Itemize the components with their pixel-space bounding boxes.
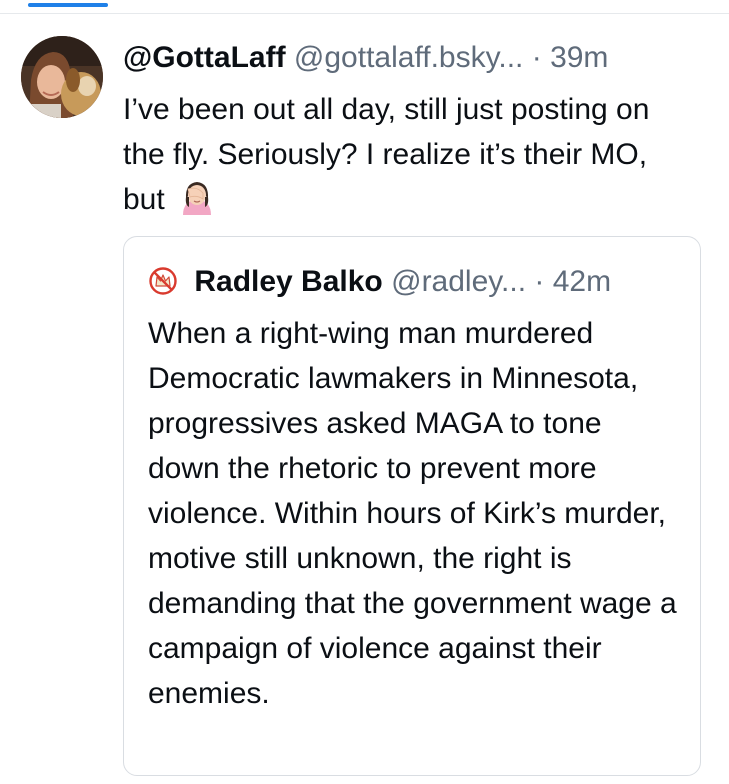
quoted-post-text: When a right-wing man murdered Democrati… — [148, 317, 677, 710]
profile-photo-icon — [21, 36, 103, 118]
post-timestamp[interactable]: 39m — [550, 41, 608, 74]
no-crown-icon[interactable] — [148, 266, 178, 296]
post-body: I’ve been out all day, still just postin… — [123, 87, 693, 222]
quoted-post-card[interactable]: Radley Balko @radley... · 42m When a rig… — [123, 236, 701, 776]
quoted-author-handle[interactable]: @radley... — [391, 265, 526, 298]
quoted-header-separator: · — [534, 265, 545, 298]
active-tab-indicator — [28, 3, 108, 7]
header-separator: · — [531, 41, 542, 74]
top-divider — [0, 13, 729, 14]
author-display-name[interactable]: @GottaLaff — [123, 41, 286, 74]
quoted-post-header: Radley Balko @radley... · 42m — [148, 261, 688, 303]
author-avatar[interactable] — [21, 36, 103, 118]
quoted-post-timestamp[interactable]: 42m — [553, 265, 611, 298]
quoted-author-display-name[interactable]: Radley Balko — [194, 265, 382, 298]
author-handle[interactable]: @gottalaff.bsky... — [294, 41, 523, 74]
woman-facepalming-emoji-icon — [177, 177, 217, 217]
post-header: @GottaLaff @gottalaff.bsky... · 39m — [123, 37, 713, 79]
